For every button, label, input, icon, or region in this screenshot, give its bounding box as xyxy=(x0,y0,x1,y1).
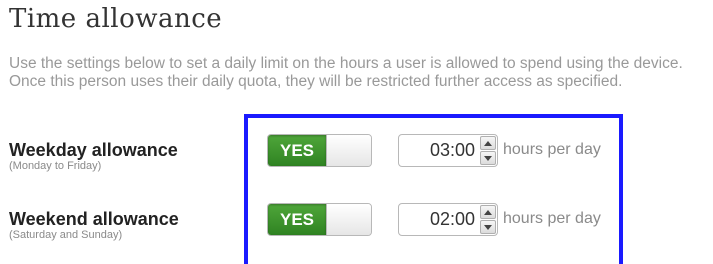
weekend-toggle-on-label: YES xyxy=(268,204,326,235)
weekday-hours-value[interactable]: 03:00 xyxy=(399,135,477,166)
weekend-hours-value[interactable]: 02:00 xyxy=(399,204,477,235)
weekday-toggle-on-label: YES xyxy=(268,135,326,166)
weekday-increase-arrow-icon[interactable] xyxy=(480,136,496,150)
weekday-label: Weekday allowance xyxy=(9,140,178,160)
weekend-hours-spinner[interactable]: 02:00 xyxy=(398,203,498,236)
weekday-decrease-arrow-icon[interactable] xyxy=(480,151,496,165)
weekday-hours-spinner[interactable]: 03:00 xyxy=(398,134,498,167)
weekend-decrease-arrow-icon[interactable] xyxy=(480,220,496,234)
weekday-toggle[interactable]: YES xyxy=(267,134,372,167)
page-title: Time allowance xyxy=(9,4,223,34)
weekday-label-group: Weekday allowance (Monday to Friday) xyxy=(9,140,178,173)
weekday-sublabel: (Monday to Friday) xyxy=(9,160,102,172)
weekend-label: Weekend allowance xyxy=(9,209,179,229)
weekend-sublabel: (Saturday and Sunday) xyxy=(9,229,123,241)
weekend-toggle[interactable]: YES xyxy=(267,203,372,236)
weekend-toggle-knob xyxy=(326,204,371,235)
weekend-unit-label: hours per day xyxy=(503,210,601,227)
weekend-label-group: Weekend allowance (Saturday and Sunday) xyxy=(9,209,179,242)
weekday-toggle-knob xyxy=(326,135,371,166)
weekend-increase-arrow-icon[interactable] xyxy=(480,205,496,219)
description-text: Use the settings below to set a daily li… xyxy=(9,55,683,90)
weekday-unit-label: hours per day xyxy=(503,141,601,158)
